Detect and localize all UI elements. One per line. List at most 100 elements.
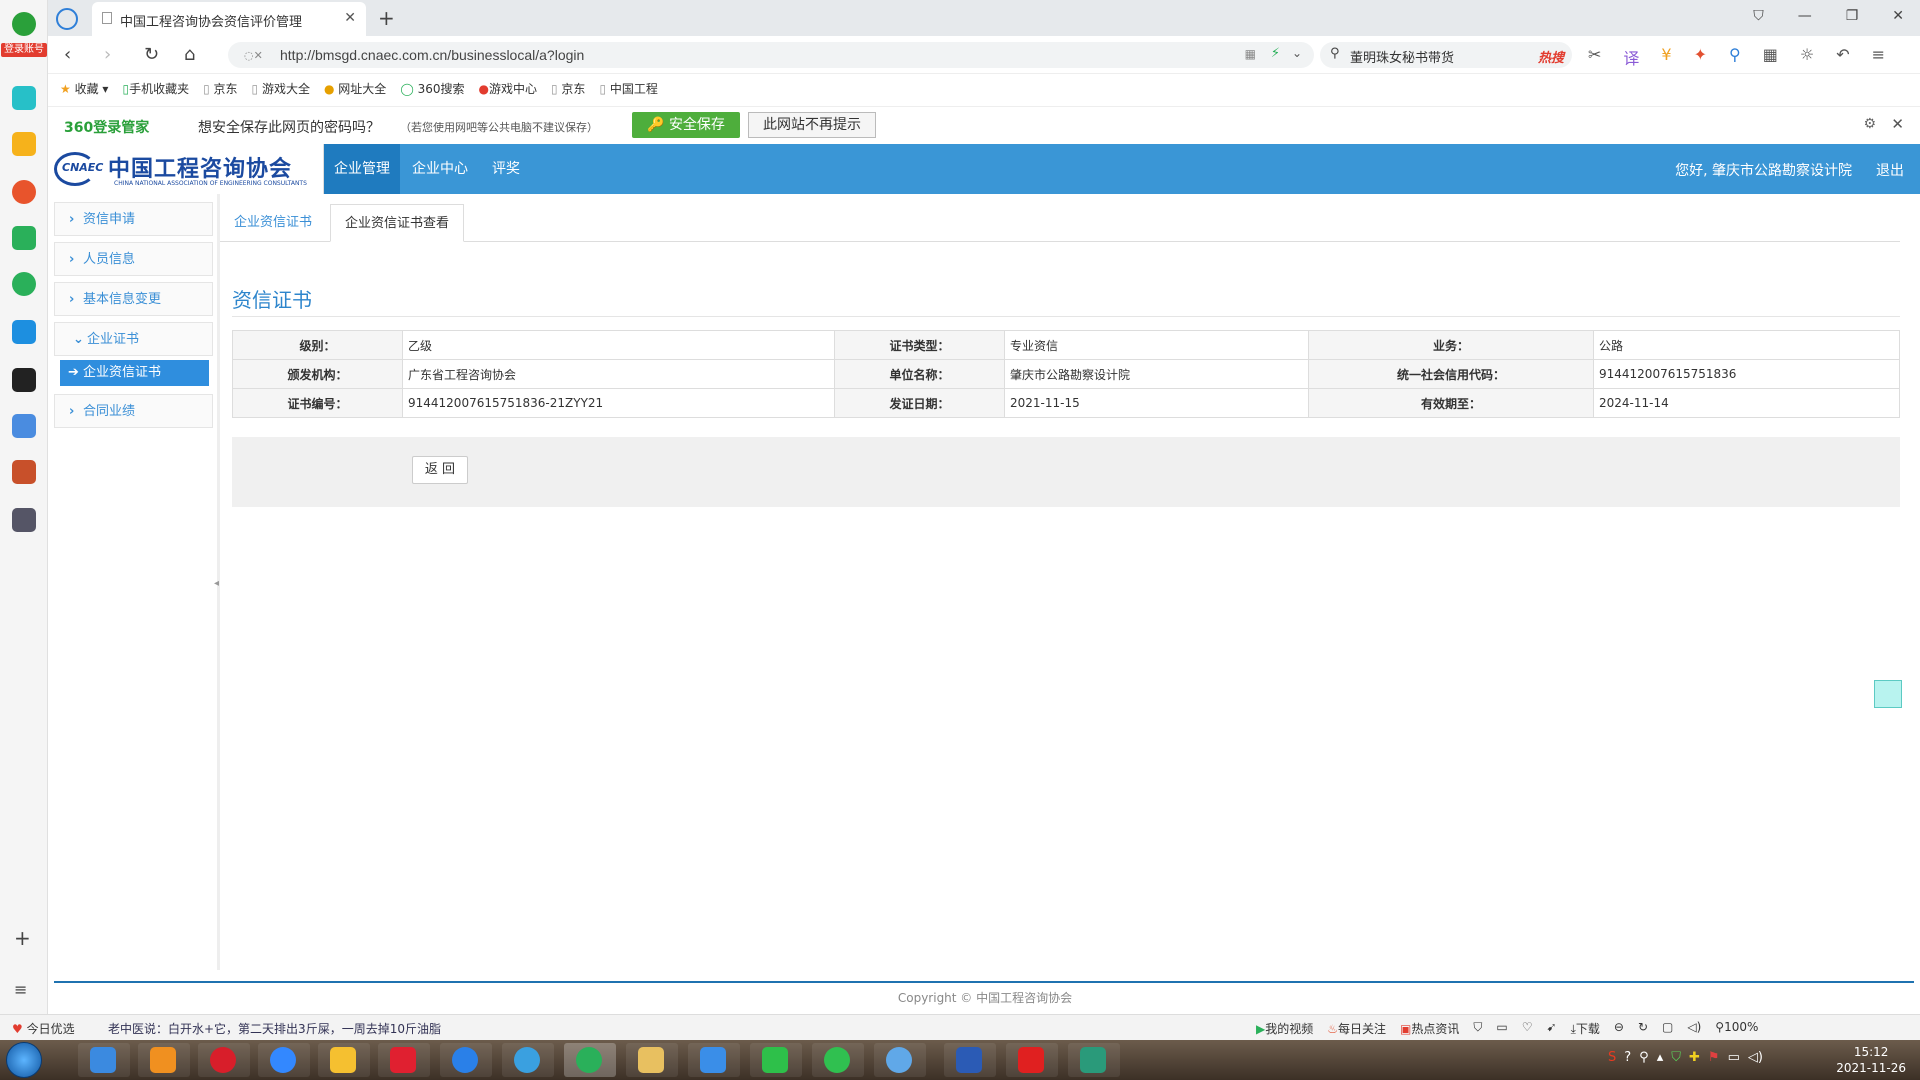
start-button[interactable] [6, 1042, 42, 1078]
taskbar-iqiyi[interactable] [750, 1043, 802, 1077]
safe-save-button[interactable]: 🔑 安全保存 [632, 112, 740, 138]
hot-news[interactable]: ▣热点资讯 [1400, 1020, 1459, 1037]
p-app-icon[interactable] [12, 320, 36, 344]
qrcode-icon[interactable]: ▦ [1245, 47, 1256, 61]
pin-icon[interactable]: ⚲ [1639, 1050, 1649, 1065]
security-shield-icon[interactable]: ⛉ [1671, 1050, 1681, 1065]
help-icon[interactable]: ? [1624, 1050, 1631, 1065]
image-icon[interactable]: ▭ [1496, 1020, 1507, 1037]
news-ticker[interactable]: 老中医说：白开水+它，第二天排出3斤屎，一周去掉10斤油脂 [108, 1020, 441, 1037]
speed-mode-icon[interactable]: ⚡ [1271, 46, 1280, 61]
menu-item-contracts[interactable]: › 合同业绩 [54, 394, 213, 428]
nav-enterprise-center[interactable]: 企业中心 [402, 144, 478, 194]
bookmark-cnaec[interactable]: ▯ 中国工程 [599, 80, 657, 97]
tray-expand-icon[interactable]: ▴ [1657, 1050, 1664, 1065]
home-icon[interactable]: ⌂ [184, 44, 195, 65]
restore-icon[interactable]: ❐ [1846, 8, 1859, 24]
taskbar-pdf[interactable] [1006, 1043, 1058, 1077]
search-input[interactable]: 董明珠女秘书带货 [1350, 47, 1454, 66]
hot-search-badge[interactable]: 热搜 [1538, 47, 1564, 66]
tab-active[interactable]: 中国工程咨询协会资信评价管理 ✕ [92, 2, 366, 36]
menu-item-certificates[interactable]: ⌄ 企业证书 [54, 322, 213, 356]
login-badge[interactable]: 登录账号 [1, 43, 47, 57]
undo-icon[interactable]: ↶ [1836, 45, 1849, 69]
back-icon[interactable]: ‹ [64, 44, 71, 65]
plus-icon[interactable]: ✚ [1689, 1050, 1700, 1065]
favorites-icon[interactable] [12, 132, 36, 156]
nav-awards[interactable]: 评奖 [482, 144, 530, 194]
new-tab-icon[interactable]: + [378, 6, 395, 30]
taskbar-360[interactable] [564, 1043, 616, 1077]
my-videos[interactable]: ▶我的视频 [1256, 1020, 1313, 1037]
forward-icon[interactable]: › [104, 44, 111, 65]
mute-icon[interactable]: ⊖ [1614, 1020, 1624, 1037]
brightness-icon[interactable]: ☼ [1800, 45, 1814, 69]
taskbar-qihoo[interactable] [378, 1043, 430, 1077]
never-remind-button[interactable]: 此网站不再提示 [748, 112, 876, 138]
mail-icon[interactable] [12, 226, 36, 250]
bookmark-mobile[interactable]: ▯手机收藏夹 [122, 80, 189, 97]
heart-outline-icon[interactable]: ♡ [1522, 1020, 1533, 1037]
chevron-down-icon[interactable]: ⌄ [1292, 46, 1302, 60]
floating-widget[interactable] [1874, 680, 1902, 708]
security-icon[interactable]: ◌✕ [244, 49, 263, 62]
taskbar-media[interactable] [138, 1043, 190, 1077]
download[interactable]: ⤓下载 [1571, 1020, 1600, 1037]
minimize-icon[interactable]: — [1798, 8, 1812, 24]
gear-icon[interactable]: ⚙ [1863, 116, 1876, 132]
taskbar-explorer[interactable] [626, 1043, 678, 1077]
refresh-icon[interactable]: ↻ [1638, 1020, 1648, 1037]
weibo-icon[interactable] [12, 180, 36, 204]
tab-qualification-cert[interactable]: 企业资信证书 [220, 204, 326, 242]
back-button[interactable]: 返 回 [412, 456, 468, 484]
skin-icon[interactable]: ⛉ [1753, 8, 1764, 24]
daily-focus[interactable]: ♨每日关注 [1327, 1020, 1386, 1037]
zoom-level[interactable]: ⚲100% [1715, 1020, 1758, 1037]
sogou-ime-icon[interactable]: S [1608, 1050, 1616, 1065]
game-icon[interactable] [12, 460, 36, 484]
taskbar-sogou[interactable] [440, 1043, 492, 1077]
scissors-icon[interactable]: ✂ [1588, 45, 1601, 69]
menu-item-personnel[interactable]: › 人员信息 [54, 242, 213, 276]
window-close-icon[interactable]: ✕ [1892, 8, 1904, 24]
address-bar[interactable]: ◌✕ http://bmsgd.cnaec.com.cn/businessloc… [228, 42, 1314, 68]
bookmark-jd2[interactable]: ▯ 京东 [551, 80, 585, 97]
taskbar-word[interactable] [944, 1043, 996, 1077]
taskbar-netease[interactable] [198, 1043, 250, 1077]
taskbar-editor[interactable] [1068, 1043, 1120, 1077]
search-box[interactable]: ⚲ 董明珠女秘书带货 热搜 [1320, 42, 1572, 68]
taskbar-browser[interactable] [502, 1043, 554, 1077]
bookmark-jd[interactable]: ▯ 京东 [203, 80, 237, 97]
menu-item-qualification-apply[interactable]: › 资信申请 [54, 202, 213, 236]
taskbar-feishu[interactable] [688, 1043, 740, 1077]
close-icon[interactable]: ✕ [1891, 115, 1904, 133]
speaker-icon[interactable]: ◁) [1748, 1050, 1763, 1065]
today-picks[interactable]: ♥ 今日优选 [12, 1020, 75, 1037]
zoom-search-icon[interactable]: ⚲ [1729, 45, 1741, 69]
bookmark-gamecenter[interactable]: ●游戏中心 [478, 80, 537, 97]
bookmark-360search[interactable]: ◯ 360搜索 [400, 80, 464, 97]
window-icon[interactable]: ▢ [1662, 1020, 1673, 1037]
flag-icon[interactable]: ⚑ [1708, 1050, 1720, 1065]
game2-icon[interactable] [12, 508, 36, 532]
taskbar-game[interactable] [318, 1043, 370, 1077]
menu-subitem-qualification-cert[interactable]: ➔ 企业资信证书 [60, 360, 209, 386]
browser-logo-icon[interactable] [12, 12, 36, 36]
nav-enterprise-management[interactable]: 企业管理 [324, 144, 400, 194]
nav-compass-icon[interactable] [56, 8, 78, 30]
translate-tool-icon[interactable]: 译 [1623, 45, 1639, 69]
apps-grid-icon[interactable]: ▦ [1763, 45, 1778, 69]
tab-cert-view[interactable]: 企业资信证书查看 [330, 204, 465, 242]
rocket-icon[interactable]: ➹ [1547, 1020, 1557, 1037]
doc-icon[interactable] [12, 414, 36, 438]
logout-link[interactable]: 退出 [1876, 160, 1904, 180]
clock[interactable]: 15:12 2021-11-26 [1836, 1044, 1906, 1076]
shield-icon[interactable]: ⛉ [1473, 1020, 1482, 1037]
network-icon[interactable]: ▭ [1728, 1050, 1740, 1065]
main-menu-icon[interactable]: ≡ [1872, 45, 1885, 69]
coupon-icon[interactable]: ¥ [1661, 45, 1671, 69]
collapse-handle-icon[interactable]: ◂ [214, 578, 219, 589]
cloud-icon[interactable] [12, 272, 36, 296]
url-text[interactable]: http://bmsgd.cnaec.com.cn/businesslocal/… [280, 47, 584, 63]
bookmark-sites[interactable]: ● 网址大全 [324, 80, 386, 97]
